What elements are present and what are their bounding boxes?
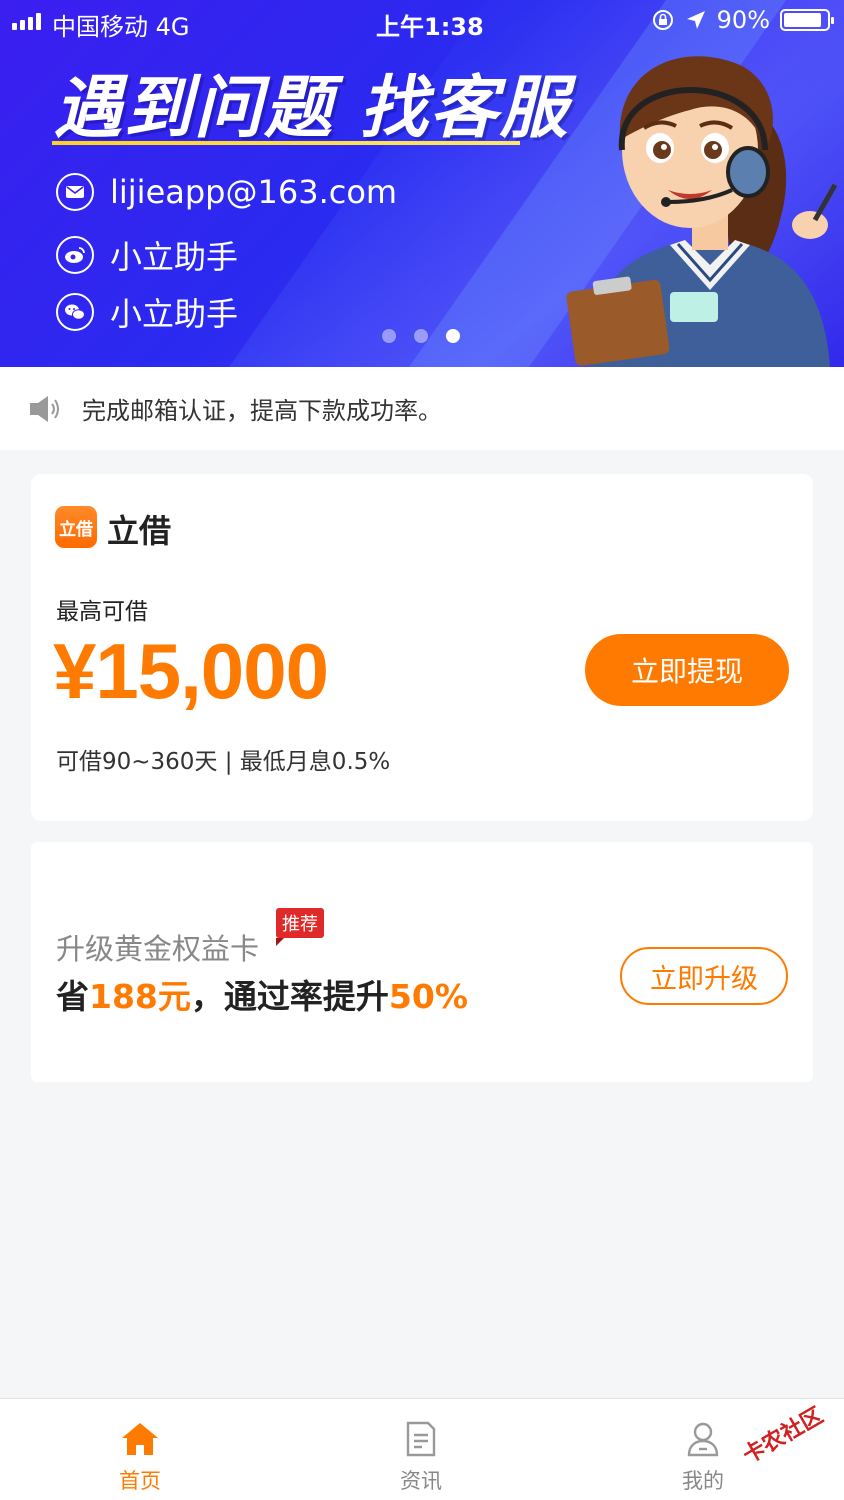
carousel-dot[interactable] bbox=[382, 329, 396, 343]
news-icon bbox=[406, 1421, 436, 1457]
banner-title: 遇到问题 找客服 bbox=[54, 69, 570, 148]
contact-weibo: 小立助手 bbox=[56, 232, 238, 278]
upgrade-desc-rate: 50% bbox=[388, 977, 468, 1016]
tab-news[interactable]: 资讯 bbox=[361, 1421, 481, 1495]
clock: 上午1:38 bbox=[376, 13, 484, 41]
tab-mine-label: 我的 bbox=[682, 1469, 724, 1493]
carrier-label: 中国移动 4G bbox=[52, 13, 190, 41]
loan-terms: 可借90~360天 | 最低月息0.5% bbox=[56, 749, 391, 775]
customer-service-banner[interactable]: 中国移动 4G 上午1:38 90% 遇到问题 找客服 lijieapp@163… bbox=[0, 0, 844, 367]
tab-home-label: 首页 bbox=[119, 1469, 161, 1493]
app-logo: 立借 bbox=[55, 506, 97, 548]
battery-icon bbox=[780, 9, 834, 31]
contact-email-label: lijieapp@163.com bbox=[110, 173, 398, 211]
user-icon bbox=[687, 1422, 719, 1457]
notice-text: 完成邮箱认证，提高下款成功率。 bbox=[82, 397, 442, 425]
weibo-icon bbox=[56, 236, 94, 274]
rotation-lock-icon bbox=[652, 10, 673, 30]
notice-bar[interactable]: 完成邮箱认证，提高下款成功率。 bbox=[0, 367, 844, 450]
carousel-dot[interactable] bbox=[414, 329, 428, 343]
home-icon bbox=[122, 1423, 158, 1455]
upgrade-desc-prefix: 省 bbox=[56, 977, 89, 1016]
carousel-indicator bbox=[382, 329, 460, 343]
loan-limit-label: 最高可借 bbox=[56, 599, 148, 625]
contact-wechat-label: 小立助手 bbox=[110, 295, 239, 333]
signal-icon bbox=[12, 12, 41, 30]
withdraw-button[interactable]: 立即提现 bbox=[585, 634, 789, 706]
speaker-icon bbox=[30, 395, 59, 422]
recommend-badge: 推荐 bbox=[276, 908, 324, 946]
upgrade-description: 省188元，通过率提升50% bbox=[56, 970, 468, 1018]
upgrade-title: 升级黄金权益卡 bbox=[56, 932, 260, 966]
upgrade-button[interactable]: 立即升级 bbox=[620, 947, 788, 1005]
app-name: 立借 bbox=[107, 512, 172, 550]
loan-card: 立借 立借 最高可借 ¥15,000 可借90~360天 | 最低月息0.5% … bbox=[31, 474, 813, 821]
upgrade-card[interactable]: 升级黄金权益卡 推荐 省188元，通过率提升50% 立即升级 bbox=[31, 842, 813, 1082]
upgrade-desc-save: 188元 bbox=[89, 977, 191, 1016]
tab-home[interactable]: 首页 bbox=[80, 1421, 200, 1495]
contact-weibo-label: 小立助手 bbox=[110, 238, 239, 276]
customer-service-agent-illustration bbox=[566, 56, 838, 367]
tab-bar: 首页 资讯 我的 bbox=[0, 1398, 844, 1500]
location-arrow-icon bbox=[686, 11, 705, 29]
upgrade-desc-middle: ，通过率提升 bbox=[190, 977, 389, 1016]
carousel-dot-active[interactable] bbox=[446, 329, 460, 343]
contact-email: lijieapp@163.com bbox=[56, 173, 397, 211]
contact-wechat: 小立助手 bbox=[56, 289, 238, 335]
loan-limit-amount: ¥15,000 bbox=[53, 627, 329, 715]
banner-underline bbox=[52, 141, 520, 145]
wechat-icon bbox=[56, 293, 94, 331]
tab-news-label: 资讯 bbox=[400, 1469, 442, 1493]
mail-icon bbox=[56, 173, 94, 211]
